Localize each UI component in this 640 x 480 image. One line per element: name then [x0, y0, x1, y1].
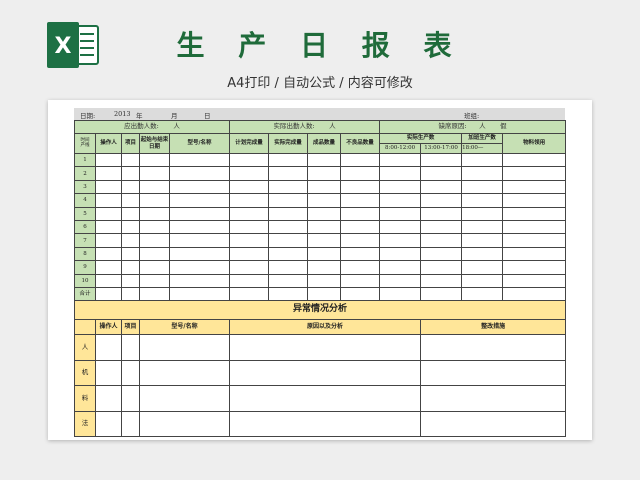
row-number: 3: [74, 179, 96, 195]
actual-attendance: 实际出勤人数: 人: [229, 120, 381, 134]
production-table: 应出勤人数: 人 实际出勤人数: 人 缺席原因: 人 假 时间 产线 操作人 项目…: [73, 120, 567, 438]
factor-label: 人: [74, 334, 96, 361]
sec-col-item: 项目: [121, 319, 140, 336]
analysis-row: 人: [74, 334, 567, 361]
page-subtitle: A4打印 / 自动公式 / 内容可修改: [227, 76, 413, 91]
date-year: 2013: [114, 110, 131, 118]
table-row: 8: [74, 246, 567, 262]
col-plan: 计划完成量: [229, 133, 270, 154]
absence-reason: 缺席原因: 人 假: [379, 120, 567, 134]
expected-attendance: 应出勤人数: 人: [73, 120, 231, 134]
time-slot-1: 8:00-12:00: [379, 143, 422, 154]
row-number: 9: [74, 260, 96, 275]
page-title: 生 产 日 报 表: [176, 29, 464, 62]
col-model: 型号/名称: [168, 133, 231, 154]
row-number: 1: [74, 152, 96, 168]
table-row: 1: [74, 152, 567, 168]
section-corner: [74, 319, 96, 336]
row-number: 6: [74, 219, 96, 235]
row-number: 7: [74, 233, 96, 248]
col-materials: 物料领用: [502, 133, 567, 154]
col-operator: 操作人: [95, 133, 122, 154]
col-overtime: 加班生产数: [461, 133, 504, 144]
sec-col-reason: 原因以及分析: [229, 319, 422, 336]
date-year-unit: 年: [136, 112, 143, 120]
production-report-sheet: 日期: 2013 年 月 日 班组: 应出勤人数: 人 实际出勤人数: 人 缺席…: [73, 108, 567, 438]
table-row: 4: [74, 193, 567, 208]
factor-label: 料: [74, 385, 96, 412]
sec-col-model: 型号/名称: [138, 319, 231, 336]
analysis-row: 法: [74, 410, 567, 438]
total-label: 合计: [74, 286, 96, 302]
table-row: 10: [74, 273, 567, 288]
col-defect: 不良品数量: [340, 133, 381, 154]
table-row: 9: [74, 260, 567, 275]
date-month-unit: 月: [171, 112, 178, 120]
section-title: 异常情况分析: [73, 300, 567, 321]
col-finished: 成品数量: [307, 133, 342, 154]
col-actual: 实际完成量: [268, 133, 309, 154]
col-item: 项目: [121, 133, 140, 154]
total-row: 合计: [74, 286, 567, 302]
col-actual-production: 实际生产数: [379, 133, 463, 144]
table-row: 6: [74, 219, 567, 235]
table-row: 7: [74, 233, 567, 248]
sec-col-measure: 整改措施: [420, 319, 567, 336]
document-preview: 日期: 2013 年 月 日 班组: 应出勤人数: 人 实际出勤人数: 人 缺席…: [48, 100, 592, 440]
corner-header: 时间 产线: [74, 133, 96, 154]
row-number: 2: [74, 166, 96, 181]
time-slot-2: 13:00-17:00: [420, 143, 463, 154]
table-row: 5: [74, 206, 567, 221]
table-row: 3: [74, 179, 567, 195]
date-label: 日期:: [80, 112, 96, 120]
team-label: 班组:: [464, 112, 480, 120]
date-day-unit: 日: [204, 112, 211, 120]
date-row: 日期: 2013 年 月 日 班组:: [74, 108, 565, 120]
row-number: 4: [74, 193, 96, 208]
row-number: 8: [74, 246, 96, 262]
row-number: 5: [74, 206, 96, 221]
row-number: 10: [74, 273, 96, 288]
table-row: 2: [74, 166, 567, 181]
sec-col-operator: 操作人: [95, 319, 122, 336]
factor-label: 机: [74, 359, 96, 387]
analysis-row: 料: [74, 385, 567, 412]
analysis-row: 机: [74, 359, 567, 387]
time-slot-3: 18:00—: [461, 143, 504, 154]
col-start-end: 起始与结束日期: [139, 133, 170, 154]
factor-label: 法: [74, 410, 96, 438]
